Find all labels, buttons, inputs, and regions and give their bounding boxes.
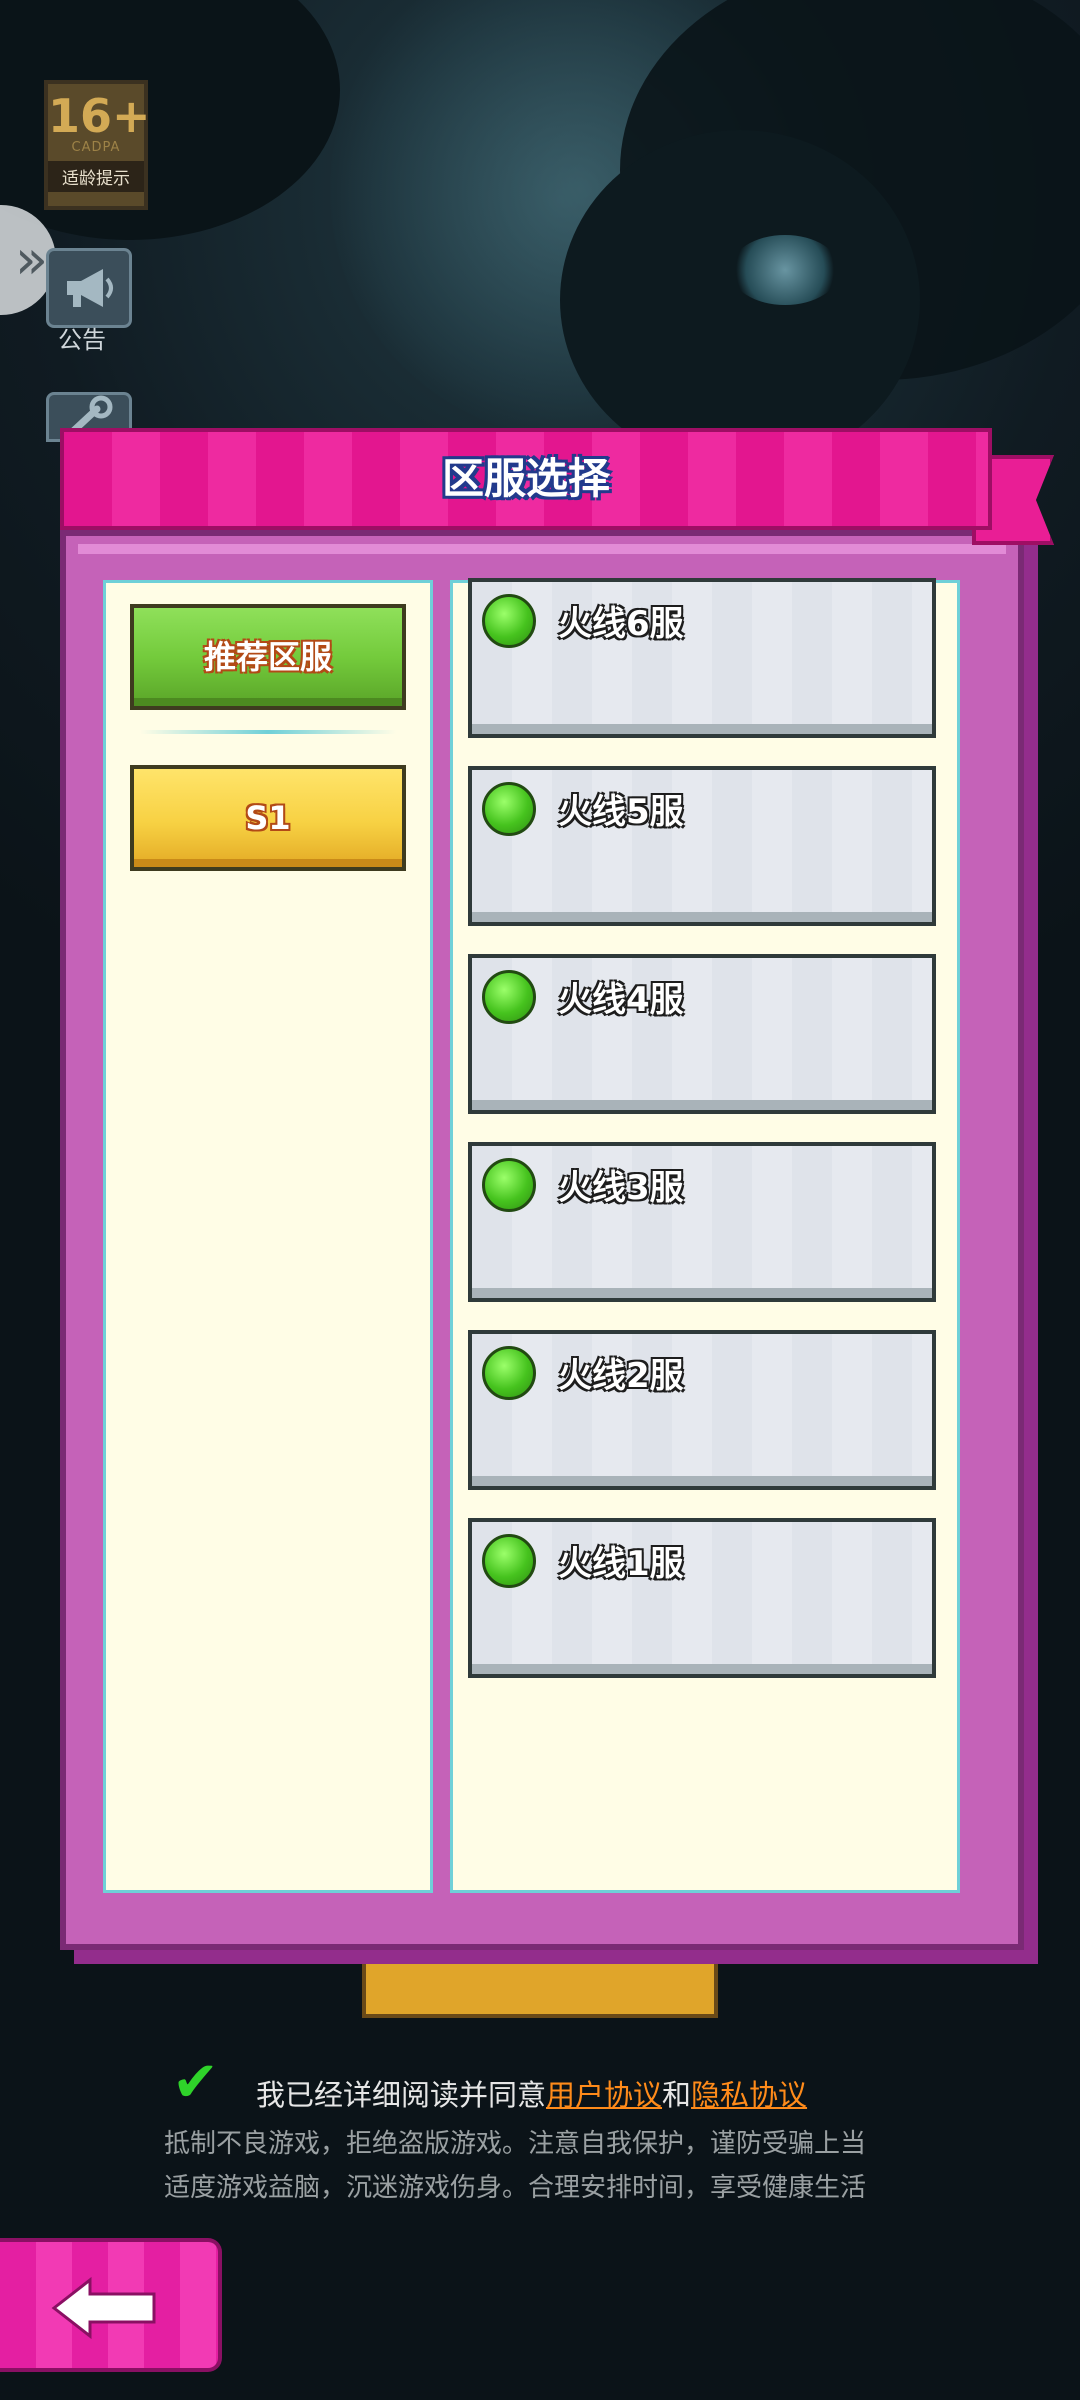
server-item-4[interactable]: 火线4服	[468, 954, 936, 1114]
back-button[interactable]	[0, 2238, 222, 2372]
server-name: 火线2服	[558, 1356, 684, 1396]
notice-label: 公告	[58, 326, 106, 354]
user-agreement-link[interactable]: 用户协议	[546, 2078, 662, 2112]
server-item-2[interactable]: 火线2服	[468, 1330, 936, 1490]
server-status-icon	[482, 594, 536, 648]
agreement-checkbox[interactable]: ✔	[172, 2054, 234, 2112]
privacy-agreement-link[interactable]: 隐私协议	[691, 2078, 807, 2112]
server-status-icon	[482, 1534, 536, 1588]
server-item-6[interactable]: 火线6服	[468, 578, 936, 738]
megaphone-icon	[67, 269, 113, 307]
age-rating-number: 16+	[48, 89, 151, 143]
server-name: 火线4服	[558, 980, 684, 1020]
game-screen: { "rating": { "age": "16+", "org": "CADP…	[0, 0, 1080, 2400]
server-status-icon	[482, 1346, 536, 1400]
health-notice-line2: 适度游戏益脑，沉迷游戏伤身。合理安排时间，享受健康生活	[164, 2173, 867, 2203]
server-item-5[interactable]: 火线5服	[468, 766, 936, 926]
back-arrow-icon	[51, 2276, 156, 2340]
server-name: 火线6服	[558, 604, 684, 644]
agreement-prefix: 我已经详细阅读并同意	[256, 2078, 547, 2112]
health-notice-line1: 抵制不良游戏，拒绝盗版游戏。注意自我保护，谨防受骗上当	[164, 2129, 867, 2159]
server-status-icon	[482, 782, 536, 836]
server-name: 火线5服	[558, 792, 684, 832]
agreement-and: 和	[662, 2078, 692, 2112]
tab-s1[interactable]: S1	[130, 765, 406, 871]
health-notice: 抵制不良游戏，拒绝盗版游戏。注意自我保护，谨防受骗上当 适度游戏益脑，沉迷游戏伤…	[164, 2122, 924, 2210]
monster-silhouette	[560, 130, 920, 470]
server-item-3[interactable]: 火线3服	[468, 1142, 936, 1302]
server-name: 火线3服	[558, 1168, 684, 1208]
tab-divider	[140, 730, 396, 734]
age-rating-badge[interactable]: 16+ CADPA 适龄提示	[44, 80, 151, 210]
monster-eye	[730, 235, 840, 305]
server-item-1[interactable]: 火线1服	[468, 1518, 936, 1678]
server-status-icon	[482, 1158, 536, 1212]
agreement-text: 我已经详细阅读并同意用户协议和隐私协议	[256, 2072, 807, 2114]
age-tip-label: 适龄提示	[48, 161, 144, 192]
server-status-icon	[482, 970, 536, 1024]
checkmark-icon: ✔	[172, 2050, 219, 2115]
dialog-title: 区服选择	[441, 454, 610, 503]
chevron-right-icon: »	[14, 228, 48, 291]
notice-button[interactable]	[46, 248, 132, 328]
server-name: 火线1服	[558, 1544, 684, 1584]
start-game-button	[362, 1950, 718, 2018]
tab-recommended-servers[interactable]: 推荐区服	[130, 604, 406, 710]
